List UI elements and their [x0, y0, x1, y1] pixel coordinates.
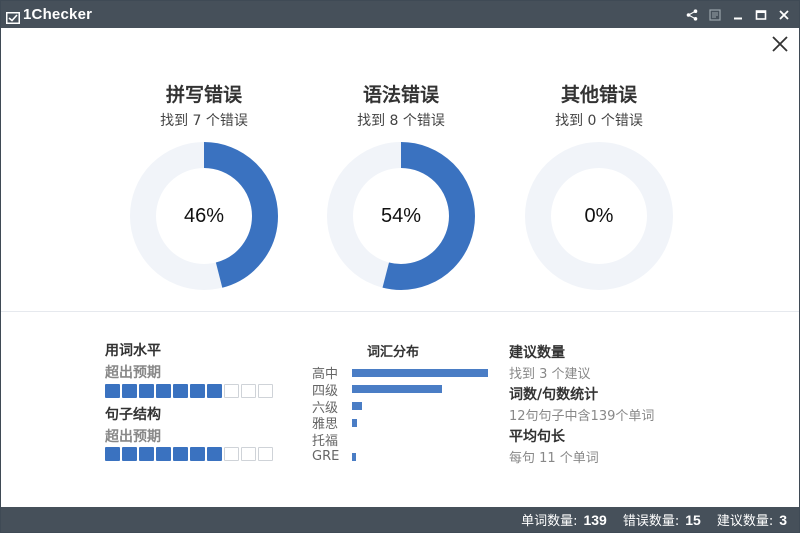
level-box [139, 447, 154, 461]
level-box [224, 447, 239, 461]
avg-sentence-length-value: 每句 11 个单词 [509, 451, 599, 466]
sentence-structure-label: 句子结构 [105, 407, 161, 423]
level-box [190, 384, 205, 398]
minimize-icon[interactable] [731, 8, 745, 22]
suggestion-count-status-value: 3 [779, 511, 787, 528]
close-window-icon[interactable] [777, 8, 791, 22]
checkmark-mail-icon [6, 9, 20, 24]
sentence-structure-meter [105, 447, 273, 461]
level-box [105, 447, 120, 461]
other-donut: 0% [524, 141, 674, 291]
donut-percent: 0% [584, 205, 614, 227]
level-box [156, 447, 171, 461]
spelling-donut: 46% [129, 141, 279, 291]
title-bar[interactable]: 1Checker [1, 1, 799, 28]
vocab-bar [352, 402, 362, 411]
suggestion-count-label: 建议数量: [716, 514, 774, 529]
level-box [258, 384, 273, 398]
level-box [105, 384, 120, 398]
level-box [122, 384, 137, 398]
vocab-bar [352, 418, 357, 427]
share-icon[interactable] [685, 8, 699, 22]
error-count: 找到 8 个错误 [357, 113, 445, 129]
level-box [190, 447, 205, 461]
vocab-bar [352, 385, 442, 394]
level-box [122, 447, 137, 461]
level-box [241, 447, 256, 461]
word-level-meter [105, 384, 273, 398]
level-box [207, 384, 222, 398]
app-window: 1Checker 拼写错误 找到 7 个错误 46% 语法错误 找到 8 个错误… [0, 0, 800, 533]
level-box [258, 447, 273, 461]
suggestion-count-value: 找到 3 个建议 [509, 367, 591, 382]
vocab-row: 高中 [312, 364, 488, 382]
vocab-level-label: GRE [312, 449, 340, 464]
donut-percent: 54% [380, 205, 422, 227]
suggestion-count-title: 建议数量 [509, 345, 565, 361]
word-sentence-stats-value: 12句句子中含139个单词 [509, 409, 655, 424]
level-box [173, 447, 188, 461]
error-title: 语法错误 [362, 84, 439, 106]
vocab-level-label: 托福 [312, 434, 339, 450]
vocab-bar [352, 452, 356, 461]
vocab-row: 六级 [312, 398, 362, 416]
vocab-row: 雅思 [312, 414, 357, 432]
grammar-errors-panel: 语法错误 找到 8 个错误 54% [301, 81, 501, 291]
app-title: 1Checker [23, 6, 93, 23]
word-level-value: 超出预期 [105, 365, 161, 381]
vocab-bar [352, 368, 488, 377]
section-divider [1, 311, 799, 312]
level-box [139, 384, 154, 398]
sentence-structure-value: 超出预期 [105, 429, 161, 445]
word-sentence-stats-title: 词数/句数统计 [509, 387, 599, 403]
feedback-icon[interactable] [708, 8, 722, 22]
word-count-value: 139 [583, 511, 607, 528]
spelling-errors-panel: 拼写错误 找到 7 个错误 46% [104, 81, 304, 291]
error-count-label: 错误数量: [622, 514, 680, 529]
avg-sentence-length-title: 平均句长 [509, 429, 565, 445]
status-bar: 单词数量: 139 错误数量: 15 建议数量: 3 [1, 507, 799, 532]
donut-percent: 46% [183, 205, 225, 227]
window-controls [685, 1, 791, 28]
word-count-label: 单词数量: [521, 514, 578, 529]
level-box [224, 384, 239, 398]
level-box [173, 384, 188, 398]
word-level-label: 用词水平 [105, 343, 161, 359]
vocab-row: GRE [312, 448, 356, 465]
error-count: 找到 0 个错误 [555, 113, 643, 129]
maximize-icon[interactable] [754, 8, 768, 22]
error-title: 其他错误 [560, 84, 637, 106]
vocab-row: 托福 [312, 431, 352, 450]
level-box [156, 384, 171, 398]
vocab-title: 词汇分布 [367, 345, 420, 360]
level-box [207, 447, 222, 461]
error-count-value: 15 [685, 511, 701, 528]
error-title: 拼写错误 [165, 84, 242, 106]
vocab-row: 四级 [312, 381, 442, 399]
level-box [241, 384, 256, 398]
close-panel-icon[interactable] [771, 35, 789, 53]
other-errors-panel: 其他错误 找到 0 个错误 0% [499, 81, 699, 291]
grammar-donut: 54% [326, 141, 476, 291]
error-count: 找到 7 个错误 [160, 113, 248, 129]
